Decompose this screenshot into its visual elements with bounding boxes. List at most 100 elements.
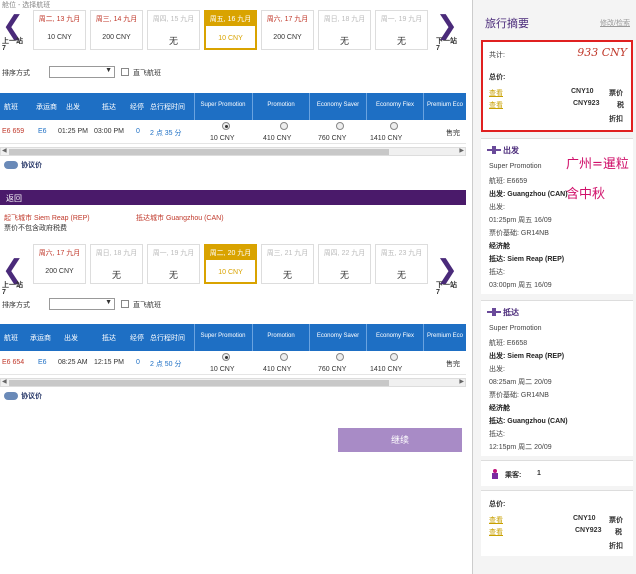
summary-line: 抵达: Guangzhou (CAN) xyxy=(489,418,568,425)
table-scrollbar[interactable]: ◀ ▶ xyxy=(0,147,466,156)
date-option[interactable]: 周一, 19 九月无 xyxy=(375,10,428,50)
direct-flight-checkbox[interactable] xyxy=(121,68,129,76)
date-price: 无 xyxy=(168,270,178,280)
date-option[interactable]: 周二, 13 九月 10 CNY xyxy=(33,10,86,50)
agreement-price-link-return[interactable]: 协议价 xyxy=(4,391,42,401)
plane-takeoff-icon xyxy=(487,146,501,154)
passenger-summary: 乘客: 1 xyxy=(481,460,633,486)
date-option[interactable]: 周一, 19 九月无 xyxy=(147,244,200,284)
date-label: 周五, 16 九月 xyxy=(206,12,255,26)
table-scrollbar-return[interactable]: ◀ ▶ xyxy=(0,378,466,387)
date-label: 周三, 21 九月 xyxy=(266,250,309,257)
scroll-right-icon[interactable]: ▶ xyxy=(459,147,464,154)
plane-landing-icon xyxy=(487,308,501,316)
fare-radio-promo[interactable] xyxy=(280,122,288,130)
cloud-icon xyxy=(4,392,18,401)
date-label: 周日, 18 九月 xyxy=(323,16,366,23)
date-option[interactable]: 周三, 21 九月无 xyxy=(261,244,314,284)
date-label: 周六, 17 九月 xyxy=(266,16,309,23)
price-summary-bottom: 总价: 查看 CNY10 票价 查看 CNY923 税 折扣 xyxy=(481,490,633,556)
table-row[interactable]: E6 659 E6 01:25 PM 03:00 PM 0 2 点 35 分 1… xyxy=(0,120,466,144)
view-fare-link[interactable]: 查看 xyxy=(489,88,503,98)
date-option[interactable]: 周六, 17 九月 200 CNY xyxy=(33,244,86,284)
summary-line: 出发: Siem Reap (REP) xyxy=(489,353,565,360)
edit-search-link[interactable]: 修改/检索 xyxy=(600,18,630,28)
view-tax-link[interactable]: 查看 xyxy=(489,100,503,110)
page-crumb: 舱位 - 选择航班 xyxy=(2,2,51,9)
arrow-left-icon: ❮ xyxy=(2,254,24,284)
scroll-thumb[interactable] xyxy=(9,380,389,386)
agreement-price-link[interactable]: 协议价 xyxy=(4,160,42,170)
scroll-right-icon[interactable]: ▶ xyxy=(459,378,464,385)
date-option[interactable]: 周五, 23 九月无 xyxy=(375,244,428,284)
prev-day-button-return[interactable]: ❮ 上一站 7 xyxy=(2,254,30,296)
table-row[interactable]: E6 654 E6 08:25 AM 12:15 PM 0 2 点 50 分 1… xyxy=(0,351,466,375)
tax-note: 票价不包含政府税费 xyxy=(4,225,67,232)
summary-line: 01:25pm 周五 16/09 xyxy=(489,217,552,224)
arrow-left-icon: ❮ xyxy=(2,10,24,40)
date-label: 周二, 20 九月 xyxy=(206,246,255,260)
sort-label-return: 排序方式 xyxy=(2,302,30,309)
return-destination: 抵达城市 Guangzhou (CAN) xyxy=(136,215,224,222)
date-option[interactable]: 周四, 22 九月无 xyxy=(318,244,371,284)
sold-out-text: 售完 xyxy=(446,361,460,368)
summary-line: 票价基础: GR14NB xyxy=(489,392,549,399)
date-price: 200 CNY xyxy=(102,34,131,41)
summary-line: 12:15pm 周二 20/09 xyxy=(489,444,552,451)
summary-line: 出发: xyxy=(489,366,505,373)
prev-day-button[interactable]: ❮ 上一站 7 xyxy=(2,10,30,52)
date-option[interactable]: 周五, 16 九月 10 CNY xyxy=(204,10,257,50)
summary-line: 出发: xyxy=(489,204,505,211)
fare-radio-promo-return[interactable] xyxy=(280,353,288,361)
total-price-box: 共计: 933 CNY 总价: 查看 CNY10 票价 查看 CNY923 税 … xyxy=(481,40,633,132)
fare-radio-flex-return[interactable] xyxy=(390,353,398,361)
date-option[interactable]: 周日, 18 九月无 xyxy=(90,244,143,284)
date-option[interactable]: 周二, 20 九月 10 CNY xyxy=(204,244,257,284)
fare-col-super: Super Promotion xyxy=(194,93,251,120)
date-label: 周一, 19 九月 xyxy=(152,250,195,257)
summary-line: 经济舱 xyxy=(489,405,510,412)
next-day-button[interactable]: ❯ 下一站 7 xyxy=(436,12,464,52)
fare-radio-super-return[interactable] xyxy=(222,353,230,361)
date-label: 周日, 18 九月 xyxy=(95,250,138,257)
date-label: 周四, 15 九月 xyxy=(152,16,195,23)
date-price: 无 xyxy=(396,270,406,280)
total-value: 933 CNY xyxy=(577,46,627,59)
date-price: 无 xyxy=(168,36,178,46)
scroll-thumb[interactable] xyxy=(9,149,389,155)
date-price: 10 CNY xyxy=(47,34,72,41)
annotation-holiday: 含中秋 xyxy=(566,187,606,202)
flight-selection-panel: 舱位 - 选择航班 ❮ 上一站 7 周二, 13 九月 10 CNY 周三, 14 … xyxy=(0,0,466,574)
fare-radio-super[interactable] xyxy=(222,122,230,130)
return-cities: 起飞城市 Siem Reap (REP) 抵达城市 Guangzhou (CAN… xyxy=(4,213,224,223)
view-fare-link-bottom[interactable]: 查看 xyxy=(489,515,503,525)
summary-line: 抵达: Siem Reap (REP) xyxy=(489,256,565,263)
direct-flight-checkbox-return[interactable] xyxy=(121,300,129,308)
view-tax-link-bottom[interactable]: 查看 xyxy=(489,527,503,537)
date-option[interactable]: 周日, 18 九月无 xyxy=(318,10,371,50)
date-label: 周五, 23 九月 xyxy=(380,250,423,257)
date-option[interactable]: 周四, 15 九月无 xyxy=(147,10,200,50)
return-summary: 抵达 Super Promotion 航班: E6658 出发: Siem Reap… xyxy=(481,300,633,456)
fare-radio-flex[interactable] xyxy=(390,122,398,130)
scroll-left-icon[interactable]: ◀ xyxy=(2,147,7,154)
sort-select-return[interactable]: ▼ xyxy=(49,298,115,310)
direct-flight-label-return: 直飞航班 xyxy=(133,302,161,309)
fare-radio-saver-return[interactable] xyxy=(336,353,344,361)
fare-radio-saver[interactable] xyxy=(336,122,344,130)
continue-button[interactable]: 继续 xyxy=(338,428,462,452)
summary-line: 票价基础: GR14NB xyxy=(489,230,549,237)
date-option[interactable]: 周三, 14 九月 200 CNY xyxy=(90,10,143,50)
cloud-icon xyxy=(4,161,18,170)
date-label: 周一, 19 九月 xyxy=(380,16,423,23)
summary-line: 08:25am 周二 20/09 xyxy=(489,379,552,386)
return-section-bar: 返回 xyxy=(0,190,466,205)
sort-select[interactable]: ▼ xyxy=(49,66,115,78)
fare-col-flex: Economy Flex xyxy=(366,93,423,120)
next-day-button-return[interactable]: ❯ 下一站 7 xyxy=(436,256,464,296)
summary-line: 抵达: xyxy=(489,431,505,438)
scroll-left-icon[interactable]: ◀ xyxy=(2,378,7,385)
date-option[interactable]: 周六, 17 九月 200 CNY xyxy=(261,10,314,50)
direct-flight-label: 直飞航班 xyxy=(133,70,161,77)
summary-line: 航班: E6658 xyxy=(489,340,528,347)
